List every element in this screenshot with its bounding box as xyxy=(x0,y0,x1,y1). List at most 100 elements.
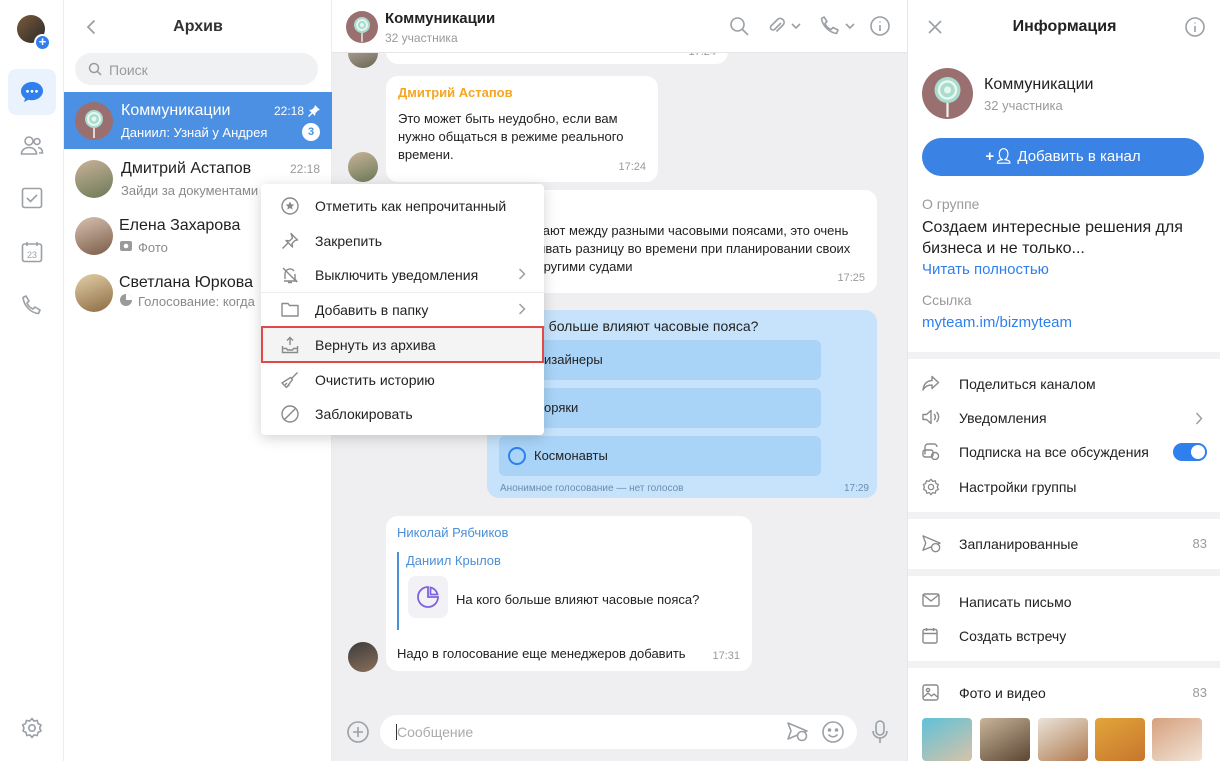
menu-item-mute[interactable]: Выключить уведомления xyxy=(261,257,544,292)
add-user-icon: +👤︎ xyxy=(985,148,1014,165)
share-channel-row[interactable]: Поделиться каналом xyxy=(908,367,1220,401)
read-more-link[interactable]: Читать полностью xyxy=(922,261,1049,278)
media-thumbnail[interactable] xyxy=(1095,718,1145,761)
search-input[interactable]: Поиск xyxy=(75,53,318,85)
schedule-send-icon[interactable] xyxy=(787,722,809,742)
chevron-right-icon xyxy=(1195,412,1203,425)
unread-badge: 3 xyxy=(302,123,320,141)
calendar-icon[interactable]: 23 xyxy=(8,229,56,275)
poll-option[interactable]: оряки xyxy=(499,388,821,428)
app-window: + 23 Архив Поиск Коммуникации 22:18 Дани… xyxy=(0,0,1220,761)
quote-author: Даниил Крылов xyxy=(406,553,501,568)
menu-item-mark-unread[interactable]: Отметить как непрочитанный xyxy=(261,188,544,223)
archive-title: Архив xyxy=(173,18,223,35)
mute-icon xyxy=(282,267,298,284)
add-account-icon[interactable]: + xyxy=(34,34,51,51)
chevron-right-icon xyxy=(518,303,526,315)
contacts-icon[interactable] xyxy=(8,122,56,168)
menu-item-add-to-folder[interactable]: Добавить в папку xyxy=(261,292,544,327)
message-author: Николай Рябчиков xyxy=(397,525,509,540)
media-thumbnail[interactable] xyxy=(1038,718,1088,761)
section-divider xyxy=(908,569,1220,576)
chat-name: Светлана Юркова xyxy=(119,274,253,291)
chat-name: Коммуникации xyxy=(121,102,231,119)
media-count: 83 xyxy=(1192,685,1207,700)
chat-name: Дмитрий Астапов xyxy=(121,160,252,177)
chat-time: 22:18 xyxy=(289,162,320,176)
poll-option[interactable]: Космонавты xyxy=(499,436,821,476)
chat-list-header: Архив xyxy=(64,0,332,55)
media-row[interactable]: Фото и видео 83 xyxy=(908,676,1220,710)
menu-item-label: Добавить в папку xyxy=(315,302,429,318)
notifications-row[interactable]: Уведомления xyxy=(908,401,1220,435)
group-name: Коммуникации xyxy=(984,76,1094,93)
poll-option[interactable]: изайнеры xyxy=(499,340,821,380)
astapov-avatar xyxy=(75,160,113,198)
group-link[interactable]: myteam.im/bizmyteam xyxy=(922,314,1072,331)
info-header: Информация xyxy=(908,0,1220,53)
search-placeholder: Поиск xyxy=(109,62,148,78)
composer: Сообщение xyxy=(332,710,907,761)
microphone-icon[interactable] xyxy=(872,720,888,744)
group-members: 32 участника xyxy=(984,98,1063,113)
quote-text: На кого больше влияют часовые пояса? xyxy=(456,592,700,607)
chat-row-communications[interactable]: Коммуникации 22:18 Даниил: Узнай у Андре… xyxy=(64,92,332,149)
info-icon[interactable] xyxy=(870,16,890,36)
message-line: ывать разницу во времени при планировани… xyxy=(536,241,851,256)
radio-icon xyxy=(508,447,526,465)
context-menu: Отметить как непрочитанный Закрепить Вык… xyxy=(261,184,544,435)
add-to-channel-label: Добавить в канал xyxy=(1017,148,1141,165)
emoji-icon[interactable] xyxy=(822,721,844,743)
menu-item-block[interactable]: Заблокировать xyxy=(261,396,544,431)
chat-preview: Зайди за документами xyxy=(121,183,259,198)
attach-icon[interactable] xyxy=(767,16,801,36)
tasks-icon[interactable] xyxy=(8,175,56,221)
create-meeting-label: Создать встречу xyxy=(959,628,1067,644)
broom-icon xyxy=(281,372,298,389)
subscribe-toggle[interactable] xyxy=(1173,443,1207,461)
poll-option-label: Космонавты xyxy=(534,448,608,463)
chat-name: Елена Захарова xyxy=(119,217,241,234)
scheduled-row[interactable]: Запланированные 83 xyxy=(908,527,1220,561)
media-thumbnail[interactable] xyxy=(922,718,972,761)
lollipop-avatar xyxy=(75,102,113,140)
image-icon xyxy=(922,684,939,701)
message-time: 17:24 xyxy=(618,161,646,173)
section-divider xyxy=(908,661,1220,668)
menu-item-label: Очистить историю xyxy=(315,372,435,388)
message-input[interactable]: Сообщение xyxy=(380,715,857,749)
write-letter-label: Написать письмо xyxy=(959,594,1072,610)
write-letter-row[interactable]: Написать письмо xyxy=(908,585,1220,619)
calendar-day: 23 xyxy=(27,250,37,260)
section-divider xyxy=(908,352,1220,359)
photo-icon xyxy=(120,241,132,251)
group-settings-row[interactable]: Настройки группы xyxy=(908,470,1220,504)
calls-icon[interactable] xyxy=(8,282,56,328)
poll-question: о больше влияют часовые пояса? xyxy=(537,318,759,334)
notifications-label: Уведомления xyxy=(959,410,1047,426)
group-avatar xyxy=(922,68,973,119)
unarchive-icon xyxy=(281,336,299,354)
menu-item-pin[interactable]: Закрепить xyxy=(261,223,544,258)
message-time: 17:31 xyxy=(712,650,740,662)
media-thumbnail[interactable] xyxy=(980,718,1030,761)
info-icon[interactable] xyxy=(1185,17,1205,37)
star-icon xyxy=(281,197,299,215)
settings-icon[interactable] xyxy=(8,705,56,751)
speaker-icon xyxy=(922,409,940,425)
add-to-channel-button[interactable]: +👤︎ Добавить в канал xyxy=(922,138,1204,176)
gear-icon xyxy=(922,478,940,496)
link-label: Ссылка xyxy=(922,292,972,308)
call-icon[interactable] xyxy=(820,16,856,36)
search-icon[interactable] xyxy=(729,16,749,36)
menu-item-clear-history[interactable]: Очистить историю xyxy=(261,362,544,397)
chats-icon[interactable] xyxy=(8,69,56,115)
share-channel-label: Поделиться каналом xyxy=(959,376,1096,392)
add-attachment-icon[interactable] xyxy=(347,721,369,743)
info-title: Информация xyxy=(1012,18,1117,35)
menu-item-unarchive[interactable]: Вернуть из архива xyxy=(261,326,544,363)
create-meeting-row[interactable]: Создать встречу xyxy=(908,619,1220,653)
media-thumbnail[interactable] xyxy=(1152,718,1202,761)
message-placeholder: Сообщение xyxy=(397,724,474,740)
pin-icon xyxy=(308,105,320,117)
